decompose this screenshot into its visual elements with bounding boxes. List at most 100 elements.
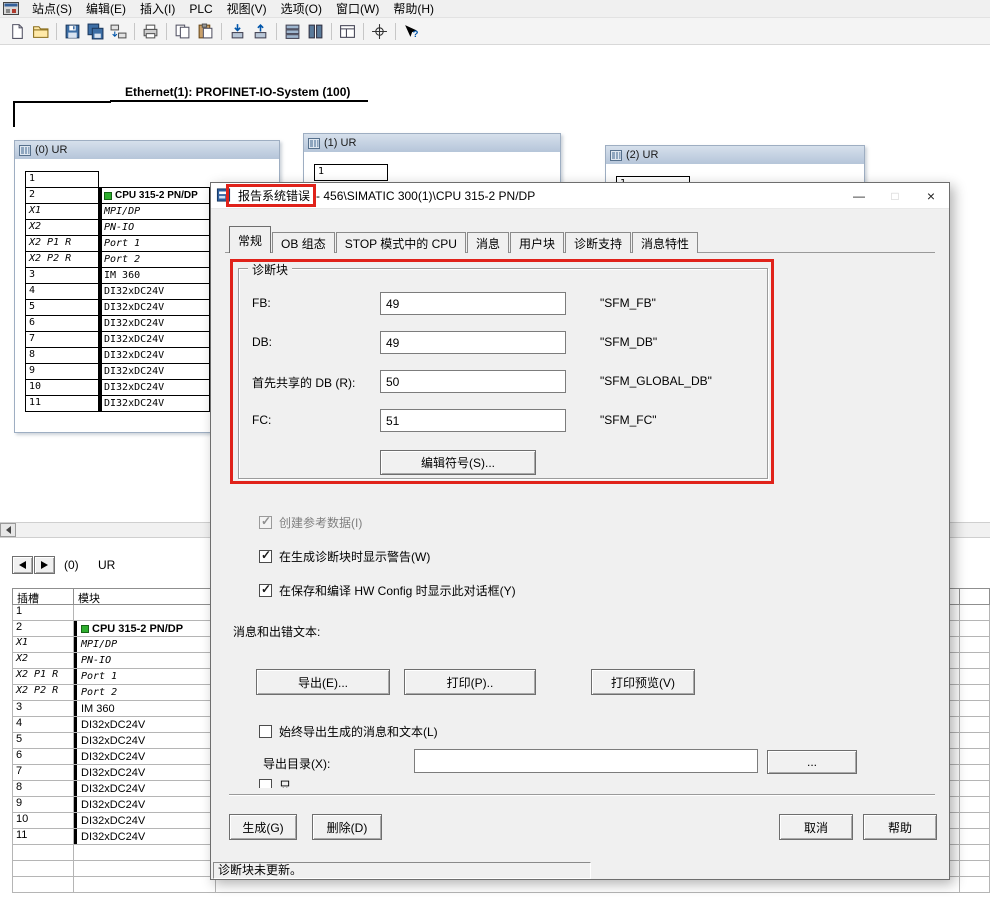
slot-cell[interactable]: 1 xyxy=(314,164,388,181)
export-button[interactable]: 导出(E)... xyxy=(256,669,390,695)
menu-item[interactable]: 选项(O) xyxy=(274,0,329,18)
module-catalog-button[interactable] xyxy=(281,20,304,43)
checkbox[interactable] xyxy=(259,584,272,597)
menu-item[interactable]: 站点(S) xyxy=(25,0,79,18)
block-number-input[interactable] xyxy=(380,331,566,354)
open-folder-button[interactable] xyxy=(29,20,52,43)
rack0-titlebar[interactable]: (0) UR xyxy=(15,141,279,159)
menu-item[interactable]: PLC xyxy=(182,1,219,17)
close-button[interactable]: × xyxy=(913,183,949,208)
module-cell[interactable]: Port 2 xyxy=(98,251,210,268)
column-header[interactable]: 插槽 xyxy=(12,588,74,605)
slot-cell[interactable]: 6 xyxy=(25,315,99,332)
module-cell[interactable]: DI32xDC24V xyxy=(98,395,210,412)
module-cell[interactable]: IM 360 xyxy=(98,267,210,284)
module-name: DI32xDC24V xyxy=(81,751,145,763)
dialog-titlebar[interactable]: 报告系统错误 - 456\SIMATIC 300(1)\CPU 315-2 PN… xyxy=(211,183,949,209)
toolbar: ? xyxy=(0,18,990,45)
module-cell[interactable]: DI32xDC24V xyxy=(98,299,210,316)
slot-cell[interactable]: X2 xyxy=(25,219,99,236)
slot-cell[interactable]: 10 xyxy=(25,379,99,396)
block-number-input[interactable] xyxy=(380,370,566,393)
print-preview-button[interactable]: 打印预览(V) xyxy=(591,669,695,695)
dialog-tab[interactable]: 消息 xyxy=(467,232,509,253)
menu-item[interactable]: 视图(V) xyxy=(220,0,274,18)
rack-row: 7DI32xDC24V xyxy=(25,331,210,348)
rack1-titlebar[interactable]: (1) UR xyxy=(304,134,560,152)
new-document-button[interactable] xyxy=(6,20,29,43)
module-stack-button[interactable] xyxy=(304,20,327,43)
module-cell[interactable]: PN-IO xyxy=(98,219,210,236)
cancel-button[interactable]: 取消 xyxy=(779,814,853,840)
save-floppy-button[interactable] xyxy=(61,20,84,43)
module-cell[interactable]: DI32xDC24V xyxy=(98,283,210,300)
scroll-left-button[interactable] xyxy=(0,523,16,537)
menu-item[interactable]: 编辑(E) xyxy=(79,0,133,18)
save-all-button[interactable] xyxy=(84,20,107,43)
rack-row: X1MPI/DP xyxy=(25,203,210,220)
network-crosshair-button[interactable] xyxy=(368,20,391,43)
dialog-tab[interactable]: 用户块 xyxy=(510,232,564,253)
copy-button[interactable] xyxy=(171,20,194,43)
slot-cell[interactable]: 8 xyxy=(25,347,99,364)
rack2-titlebar[interactable]: (2) UR xyxy=(606,146,864,164)
module-cell[interactable]: CPU 315-2 PN/DP xyxy=(98,187,210,204)
split-window-button[interactable] xyxy=(336,20,359,43)
rack-row: 3IM 360 xyxy=(25,267,210,284)
dialog-tab[interactable]: STOP 模式中的 CPU xyxy=(336,232,466,253)
slot-cell[interactable]: 11 xyxy=(25,395,99,412)
slot-cell[interactable]: 3 xyxy=(25,267,99,284)
station-download-button[interactable] xyxy=(107,20,130,43)
module-cell[interactable]: DI32xDC24V xyxy=(98,347,210,364)
dialog-tab[interactable]: 诊断支持 xyxy=(565,232,631,253)
module-cell[interactable]: Port 1 xyxy=(98,235,210,252)
download-to-plc-button[interactable] xyxy=(226,20,249,43)
dialog-tab[interactable]: 消息特性 xyxy=(632,232,698,253)
module-cell[interactable]: DI32xDC24V xyxy=(98,331,210,348)
help-button[interactable]: 帮助 xyxy=(863,814,937,840)
always-export-checkbox[interactable] xyxy=(259,725,272,738)
delete-button[interactable]: 删除(D) xyxy=(312,814,382,840)
context-help-button[interactable]: ? xyxy=(400,20,423,43)
slot-cell[interactable]: X2 P1 R xyxy=(25,235,99,252)
menu-item[interactable]: 帮助(H) xyxy=(386,0,441,18)
edit-symbols-button[interactable]: 编辑符号(S)... xyxy=(380,450,536,475)
column-header[interactable] xyxy=(960,588,990,605)
module-cell: DI32xDC24V xyxy=(74,781,216,797)
slot-cell[interactable]: 7 xyxy=(25,331,99,348)
copy-icon xyxy=(174,23,191,40)
column-header[interactable]: 模块 xyxy=(74,588,216,605)
slot-cell[interactable]: 9 xyxy=(25,363,99,380)
dialog-tab[interactable]: OB 组态 xyxy=(272,232,335,253)
module-cell[interactable]: DI32xDC24V xyxy=(98,363,210,380)
print-button[interactable]: 打印(P).. xyxy=(404,669,536,695)
browse-button[interactable]: ... xyxy=(767,750,857,774)
menu-item[interactable]: 窗口(W) xyxy=(329,0,386,18)
block-number-input[interactable] xyxy=(380,409,566,432)
slot-cell[interactable]: X1 xyxy=(25,203,99,220)
upload-from-plc-button[interactable] xyxy=(249,20,272,43)
menu-item[interactable]: 插入(I) xyxy=(133,0,182,18)
symbol-name: "SFM_GLOBAL_DB" xyxy=(600,374,712,388)
module-cell[interactable]: DI32xDC24V xyxy=(98,315,210,332)
navigate-forward-button[interactable] xyxy=(34,556,55,574)
checkbox[interactable] xyxy=(259,550,272,563)
minimize-button[interactable]: — xyxy=(841,183,877,208)
clipped-checkbox[interactable] xyxy=(259,779,272,788)
printer-button[interactable] xyxy=(139,20,162,43)
slot-cell[interactable]: 4 xyxy=(25,283,99,300)
slot-cell[interactable]: 5 xyxy=(25,299,99,316)
paste-button[interactable] xyxy=(194,20,217,43)
network-crosshair-icon xyxy=(371,23,388,40)
export-dir-input[interactable] xyxy=(414,749,758,773)
module-cell[interactable]: MPI/DP xyxy=(98,203,210,220)
module-cell[interactable]: DI32xDC24V xyxy=(98,379,210,396)
slot-cell[interactable]: X2 P2 R xyxy=(25,251,99,268)
slot-cell[interactable]: 1 xyxy=(25,171,99,188)
block-number-input[interactable] xyxy=(380,292,566,315)
dialog-tab[interactable]: 常规 xyxy=(229,226,271,253)
slot-cell[interactable]: 2 xyxy=(25,187,99,204)
generate-button[interactable]: 生成(G) xyxy=(229,814,297,840)
navigate-back-button[interactable] xyxy=(12,556,33,574)
rack-row: 2CPU 315-2 PN/DP xyxy=(25,187,210,204)
